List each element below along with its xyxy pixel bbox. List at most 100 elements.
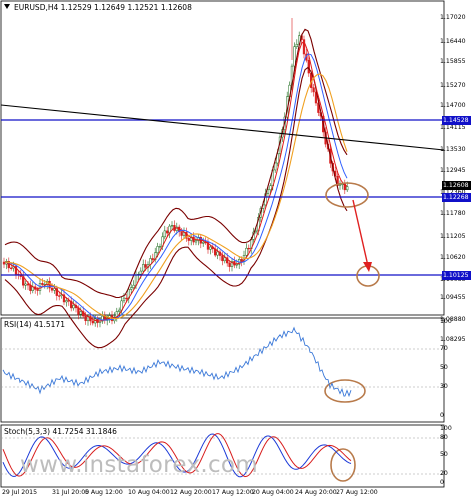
candle-body (144, 264, 147, 268)
candle-body (151, 258, 154, 260)
time-tick: 31 Jul 20:00 (52, 489, 90, 496)
rsi-indicator (1, 326, 444, 398)
bollinger-and-moving-averages (4, 28, 348, 349)
rsi-panel-frame (0, 317, 445, 423)
symbol-header: EURUSD,H4 1.12529 1.12649 1.12521 1.1260… (14, 3, 192, 12)
candle-body (302, 39, 306, 55)
candle-body (142, 264, 145, 272)
time-tick: 29 Jul 2015 (2, 489, 38, 496)
candle-body (50, 287, 54, 291)
time-tick: 20 Aug 04:00 (252, 489, 294, 496)
tag-level-high: 1.14528 (442, 116, 471, 125)
candle-body (221, 255, 224, 262)
price-tick: 1.08295 (440, 336, 466, 343)
forecast-arrow-line (352, 199, 369, 267)
candle-body (91, 320, 94, 324)
time-tick: 27 Aug 12:00 (336, 489, 378, 496)
time-tick: 17 Aug 12:00 (212, 489, 254, 496)
price-tick: 1.09455 (440, 294, 466, 301)
price-tick: 1.13530 (440, 146, 466, 153)
candle-body (202, 241, 205, 244)
candle-body (84, 315, 87, 322)
candle-body (293, 46, 296, 67)
header-marker-icon (4, 4, 10, 9)
candle-body (254, 230, 258, 233)
price-tick: 1.14700 (440, 102, 466, 109)
candle-body (338, 184, 342, 186)
candle-body (122, 297, 126, 302)
stoch-tick: 50 (440, 451, 448, 458)
main-panel-frame (0, 0, 445, 316)
stoch-tick: 0 (440, 479, 444, 486)
candle-body (194, 240, 198, 243)
time-tick: 10 Aug 04:00 (128, 489, 170, 496)
candle-body (247, 247, 250, 250)
tag-level-low: 1.10125 (442, 271, 471, 280)
candle-body (10, 267, 13, 269)
candle-body (130, 287, 133, 290)
price-tick: 1.12945 (440, 167, 466, 174)
candle-body (72, 305, 75, 309)
candle-body (209, 246, 212, 250)
tag-level-mid: 1.12268 (442, 193, 471, 202)
candle-body (266, 189, 270, 194)
candle-body (269, 185, 272, 191)
candle-body (36, 289, 39, 291)
time-tick: 24 Aug 20:00 (295, 489, 337, 496)
candle-body (245, 247, 248, 256)
time-tick: 5 Aug 12:00 (85, 489, 123, 496)
candle-body (170, 225, 174, 227)
candle-body (158, 246, 162, 248)
candle-body (24, 283, 27, 286)
rsi-tick: 0 (440, 412, 444, 419)
stoch-header: Stoch(5,3,3) 41.7254 31.1846 (4, 427, 117, 436)
candle-body (223, 257, 226, 262)
candle-body (180, 231, 183, 236)
price-tick: 1.16440 (440, 38, 466, 45)
price-tick: 1.11205 (440, 233, 466, 240)
price-tick: 1.11780 (440, 210, 466, 217)
price-chart[interactable] (0, 0, 473, 500)
price-tick: 1.15855 (440, 58, 466, 65)
candle-body (125, 297, 128, 300)
stoch-tick: 80 (440, 434, 448, 441)
candle-body (118, 309, 121, 312)
candle-body (166, 230, 169, 234)
candle-body (346, 186, 349, 191)
price-tick: 1.10620 (440, 254, 466, 261)
ma-fast (4, 41, 348, 322)
annotation-circle-rsi (324, 379, 366, 403)
candle-body (163, 230, 166, 238)
candle-body (216, 251, 219, 256)
watermark: www.instaforex.com (20, 452, 259, 478)
ma-mid (4, 53, 348, 321)
candle-body (2, 261, 6, 265)
candle-body (79, 311, 82, 315)
candle-body (307, 59, 310, 74)
rsi-tick: 70 (440, 345, 448, 352)
candle-body (139, 270, 142, 275)
trend-line[interactable] (0, 104, 445, 151)
rsi-tick: 100 (440, 318, 452, 325)
candle-body (187, 238, 190, 241)
tag-current-price: 1.12608 (442, 181, 471, 190)
candle-body (156, 246, 159, 253)
rsi-line (2, 326, 352, 398)
candle-body (58, 295, 61, 297)
rsi-tick: 30 (440, 383, 448, 390)
candle-body (312, 87, 315, 93)
bollinger-lower (4, 66, 348, 349)
price-tick: 1.15270 (440, 82, 466, 89)
candle-body (65, 300, 68, 303)
price-tick: 1.14115 (440, 124, 466, 131)
candle-body (295, 43, 298, 47)
rsi-tick: 50 (440, 364, 448, 371)
stoch-tick: 100 (440, 425, 452, 432)
rsi-header: RSI(14) 41.5171 (4, 320, 65, 329)
price-tick: 1.17020 (440, 14, 466, 21)
candle-body (132, 284, 135, 288)
stoch-tick: 20 (440, 470, 448, 477)
candle-body (228, 262, 231, 267)
time-tick: 12 Aug 20:00 (170, 489, 212, 496)
candle-body (41, 283, 44, 285)
